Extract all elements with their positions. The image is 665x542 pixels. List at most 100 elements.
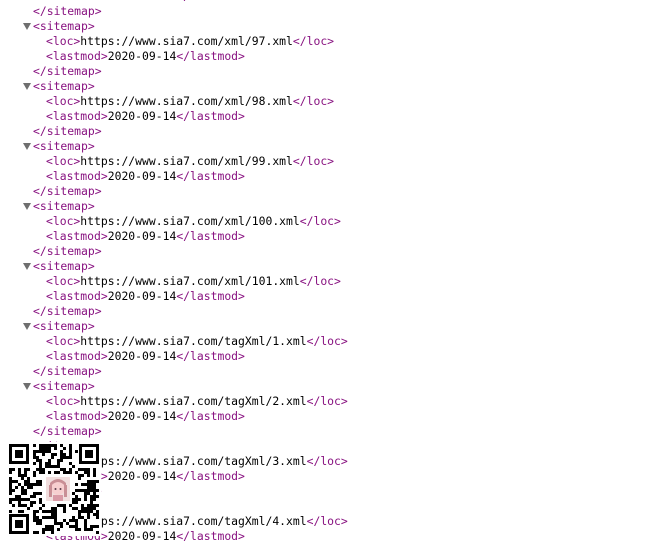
xml-open-tag: <loc> — [46, 34, 81, 48]
xml-text-value: https://www.sia7.com/xml/97.xml — [80, 34, 293, 48]
xml-line: <sitemap> — [0, 259, 348, 274]
xml-close-tag: </sitemap> — [33, 184, 102, 198]
xml-line: </sitemap> — [0, 64, 348, 79]
xml-text-value: https://www.sia7.com/xml/100.xml — [80, 214, 300, 228]
xml-close-tag: </lastmod> — [176, 49, 245, 63]
xml-line: <sitemap> — [0, 199, 348, 214]
xml-open-tag: <lastmod> — [46, 349, 108, 363]
xml-open-tag: <sitemap> — [33, 199, 95, 213]
collapse-toggle-icon[interactable] — [22, 199, 32, 214]
xml-line: <lastmod>2020-09-14</lastmod> — [0, 229, 348, 244]
xml-open-tag: <lastmod> — [46, 0, 108, 3]
xml-text-value: https://www.sia7.com/xml/99.xml — [80, 154, 293, 168]
xml-close-tag: </sitemap> — [33, 244, 102, 258]
xml-line: </sitemap> — [0, 184, 348, 199]
xml-close-tag: </lastmod> — [176, 529, 245, 542]
xml-open-tag: <sitemap> — [33, 319, 95, 333]
xml-text-value: 2020-09-14 — [107, 49, 177, 63]
xml-line: </sitemap> — [0, 244, 348, 259]
xml-close-tag: </sitemap> — [33, 4, 102, 18]
xml-line: <loc>https://www.sia7.com/xml/100.xml</l… — [0, 214, 348, 229]
avatar-icon — [44, 475, 72, 503]
xml-line: <loc>https://www.sia7.com/xml/97.xml</lo… — [0, 34, 348, 49]
xml-text-value: https://www.sia7.com/tagXml/3.xml — [80, 454, 307, 468]
xml-text-value: 2020-09-14 — [107, 469, 177, 483]
xml-close-tag: </loc> — [292, 34, 335, 48]
xml-text-value: 2020-09-14 — [107, 409, 177, 423]
xml-line: <loc>https://www.sia7.com/tagXml/2.xml</… — [0, 394, 348, 409]
xml-line: <sitemap> — [0, 319, 348, 334]
xml-text-value: https://www.sia7.com/tagXml/4.xml — [80, 514, 307, 528]
xml-text-value: 2020-09-14 — [107, 529, 177, 542]
xml-open-tag: <lastmod> — [46, 109, 108, 123]
xml-open-tag: <sitemap> — [33, 379, 95, 393]
xml-line: <lastmod>2020-09-14</lastmod> — [0, 169, 348, 184]
xml-line: <sitemap> — [0, 79, 348, 94]
xml-open-tag: <loc> — [46, 214, 81, 228]
xml-text-value: https://www.sia7.com/tagXml/1.xml — [80, 334, 307, 348]
xml-close-tag: </loc> — [306, 334, 348, 348]
xml-open-tag: <loc> — [46, 394, 81, 408]
xml-line: <lastmod>2020-09-14</lastmod> — [0, 109, 348, 124]
xml-open-tag: <loc> — [46, 154, 81, 168]
xml-open-tag: <sitemap> — [33, 139, 95, 153]
xml-close-tag: </lastmod> — [176, 349, 245, 363]
xml-close-tag: </loc> — [292, 94, 335, 108]
xml-close-tag: </lastmod> — [176, 0, 245, 3]
xml-line: </sitemap> — [0, 424, 348, 439]
xml-open-tag: <loc> — [46, 94, 81, 108]
qr-code-overlay[interactable] — [7, 442, 101, 536]
xml-line: <lastmod>2020-09-14</lastmod> — [0, 49, 348, 64]
xml-close-tag: </sitemap> — [33, 304, 102, 318]
xml-text-value: https://www.sia7.com/xml/101.xml — [80, 274, 300, 288]
xml-line: <lastmod>2020-09-14</lastmod> — [0, 289, 348, 304]
xml-close-tag: </lastmod> — [176, 229, 245, 243]
xml-close-tag: </lastmod> — [176, 169, 245, 183]
collapse-toggle-icon[interactable] — [22, 379, 32, 394]
collapse-toggle-icon[interactable] — [22, 139, 32, 154]
xml-open-tag: <lastmod> — [46, 49, 108, 63]
xml-close-tag: </loc> — [306, 454, 348, 468]
xml-line: <sitemap> — [0, 19, 348, 34]
xml-close-tag: </loc> — [299, 214, 341, 228]
xml-text-value: https://www.sia7.com/tagXml/2.xml — [80, 394, 307, 408]
xml-open-tag: <sitemap> — [33, 259, 95, 273]
collapse-toggle-icon[interactable] — [22, 19, 32, 34]
xml-close-tag: </sitemap> — [33, 424, 102, 438]
xml-close-tag: </sitemap> — [33, 364, 102, 378]
xml-line: <loc>https://www.sia7.com/tagXml/1.xml</… — [0, 334, 348, 349]
xml-open-tag: <lastmod> — [46, 409, 108, 423]
xml-line: </sitemap> — [0, 304, 348, 319]
collapse-toggle-icon[interactable] — [22, 319, 32, 334]
xml-line: </sitemap> — [0, 124, 348, 139]
xml-line: <loc>https://www.sia7.com/xml/98.xml</lo… — [0, 94, 348, 109]
collapse-toggle-icon[interactable] — [22, 259, 32, 274]
xml-text-value: 2020-09-14 — [107, 349, 177, 363]
xml-open-tag: <lastmod> — [46, 229, 108, 243]
xml-open-tag: <loc> — [46, 334, 81, 348]
xml-close-tag: </loc> — [306, 514, 348, 528]
xml-close-tag: </sitemap> — [33, 124, 102, 138]
xml-text-value: 2020-09-14 — [107, 289, 177, 303]
xml-line: <sitemap> — [0, 379, 348, 394]
xml-open-tag: <lastmod> — [46, 289, 108, 303]
xml-viewer: <lastmod>2020-09-14</lastmod></sitemap><… — [0, 0, 665, 542]
xml-text-value: https://www.sia7.com/xml/98.xml — [80, 94, 293, 108]
collapse-toggle-icon[interactable] — [22, 79, 32, 94]
xml-close-tag: </loc> — [306, 394, 348, 408]
xml-line: <loc>https://www.sia7.com/xml/99.xml</lo… — [0, 154, 348, 169]
xml-close-tag: </lastmod> — [176, 409, 245, 423]
xml-close-tag: </sitemap> — [33, 64, 102, 78]
xml-close-tag: </lastmod> — [176, 289, 245, 303]
xml-close-tag: </loc> — [292, 154, 335, 168]
xml-line: <lastmod>2020-09-14</lastmod> — [0, 409, 348, 424]
xml-close-tag: </loc> — [299, 274, 341, 288]
xml-text-value: 2020-09-14 — [107, 109, 177, 123]
xml-open-tag: <sitemap> — [33, 19, 95, 33]
xml-line: <sitemap> — [0, 139, 348, 154]
xml-text-value: 2020-09-14 — [107, 229, 177, 243]
xml-text-value: 2020-09-14 — [107, 169, 177, 183]
xml-line: <loc>https://www.sia7.com/xml/101.xml</l… — [0, 274, 348, 289]
xml-line: </sitemap> — [0, 364, 348, 379]
xml-open-tag: <sitemap> — [33, 79, 95, 93]
